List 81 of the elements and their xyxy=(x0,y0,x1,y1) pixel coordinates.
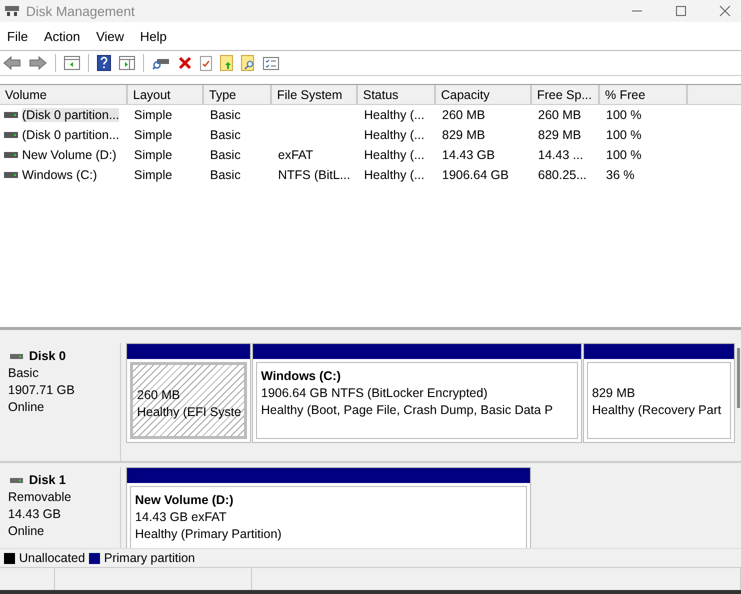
table-cell: 100 % xyxy=(606,108,642,122)
disk-info-panel[interactable]: Disk 0 Basic 1907.71 GB Online xyxy=(0,343,121,461)
column-header[interactable]: File System xyxy=(272,85,358,105)
disk-detail: Basic xyxy=(8,366,40,380)
disk-detail: Online xyxy=(8,524,46,538)
table-cell: NTFS (BitL... xyxy=(278,168,350,182)
table-cell: Simple xyxy=(134,168,172,182)
table-cell: Basic xyxy=(210,108,241,122)
column-header[interactable]: Status xyxy=(358,85,436,105)
table-cell: 260 MB xyxy=(442,108,486,122)
partition-status: Healthy (Boot, Page File, Crash Dump, Basic Data P xyxy=(261,403,554,417)
disk-detail: 1907.71 GB xyxy=(8,383,76,397)
close-icon[interactable] xyxy=(719,5,731,17)
folder-up-icon[interactable] xyxy=(220,55,233,71)
menu-item[interactable]: Help xyxy=(140,28,167,44)
help-icon[interactable] xyxy=(97,55,111,71)
volume-name[interactable]: New Volume (D:) xyxy=(22,148,116,162)
menu-item[interactable]: Action xyxy=(44,28,80,44)
table-cell: 829 MB xyxy=(538,128,582,142)
table-cell: Simple xyxy=(134,148,172,162)
volume-name[interactable]: (Disk 0 partition... xyxy=(22,128,120,142)
maximize-icon[interactable] xyxy=(675,5,687,17)
table-cell: Healthy (... xyxy=(364,168,424,182)
table-cell: 36 % xyxy=(606,168,634,182)
panel-icon[interactable] xyxy=(64,56,80,70)
table-cell: 829 MB xyxy=(442,128,486,142)
partition-block[interactable]: Windows (C:) 1906.64 GB NTFS (BitLocker Encrypted) Healthy (Boot, Page File, Crash Dump, Basic Data P xyxy=(252,343,582,443)
checklist-icon[interactable] xyxy=(263,56,279,70)
volume-name[interactable]: (Disk 0 partition... xyxy=(22,108,120,122)
partition-block[interactable]: New Volume (D:) 14.43 GB exFAT Healthy (Primary Partition) xyxy=(126,467,531,548)
table-cell: Simple xyxy=(134,108,172,122)
table-cell: 14.43 ... xyxy=(538,148,584,162)
legend-label: Unallocated xyxy=(19,551,86,565)
disk-detail: 14.43 GB xyxy=(8,507,62,521)
scrollbar[interactable] xyxy=(737,348,740,408)
partition-block[interactable]: 260 MB Healthy (EFI Syste xyxy=(126,343,251,443)
partition-size: 260 MB xyxy=(137,388,182,402)
disk-name: Disk 0 xyxy=(29,349,66,363)
delete-icon[interactable] xyxy=(178,56,192,70)
column-header[interactable]: Volume xyxy=(0,85,128,105)
column-header[interactable]: Capacity xyxy=(436,85,532,105)
panel-icon[interactable] xyxy=(119,56,135,70)
partition-block[interactable]: 829 MB Healthy (Recovery Part xyxy=(583,343,735,443)
table-cell: 100 % xyxy=(606,148,642,162)
partition-status: Healthy (Recovery Part xyxy=(592,403,722,417)
document-check-icon[interactable] xyxy=(200,56,212,70)
partition-size: 14.43 GB exFAT xyxy=(135,510,228,524)
folder-search-icon[interactable] xyxy=(241,55,255,71)
partition-status: Healthy (EFI Syste xyxy=(137,405,240,419)
column-header[interactable]: Layout xyxy=(128,85,204,105)
table-cell: Basic xyxy=(210,168,241,182)
table-cell: 1906.64 GB xyxy=(442,168,509,182)
volume-name[interactable]: Windows (C:) xyxy=(22,168,98,182)
menu-item[interactable]: View xyxy=(96,28,124,44)
column-header[interactable]: % Free xyxy=(600,85,688,105)
menu-item[interactable]: File xyxy=(7,28,28,44)
legend-label: Primary partition xyxy=(104,551,196,565)
table-cell: Healthy (... xyxy=(364,128,424,142)
table-cell: exFAT xyxy=(278,148,314,162)
column-header[interactable]: Type xyxy=(204,85,272,105)
disk-detail: Online xyxy=(8,400,46,414)
table-cell: Healthy (... xyxy=(364,108,424,122)
table-cell: Simple xyxy=(134,128,172,142)
table-cell: Basic xyxy=(210,128,241,142)
back-arrow-icon[interactable] xyxy=(3,56,21,70)
partition-status: Healthy (Primary Partition) xyxy=(135,527,283,541)
table-cell: Healthy (... xyxy=(364,148,424,162)
table-cell: 100 % xyxy=(606,128,642,142)
window-title: Disk Management xyxy=(26,4,135,18)
table-cell: 260 MB xyxy=(538,108,582,122)
partition-name: Windows (C:) xyxy=(261,369,342,383)
table-cell: Basic xyxy=(210,148,241,162)
partition-name: New Volume (D:) xyxy=(135,493,234,507)
disk-detail: Removable xyxy=(8,490,72,504)
column-header[interactable]: Free Sp... xyxy=(532,85,600,105)
partition-size: 829 MB xyxy=(592,386,636,400)
partition-size: 1906.64 GB NTFS (BitLocker Encrypted) xyxy=(261,386,488,400)
table-cell: 14.43 GB xyxy=(442,148,495,162)
forward-arrow-icon[interactable] xyxy=(29,56,47,70)
disk-name: Disk 1 xyxy=(29,473,66,487)
table-cell: 680.25... xyxy=(538,168,587,182)
